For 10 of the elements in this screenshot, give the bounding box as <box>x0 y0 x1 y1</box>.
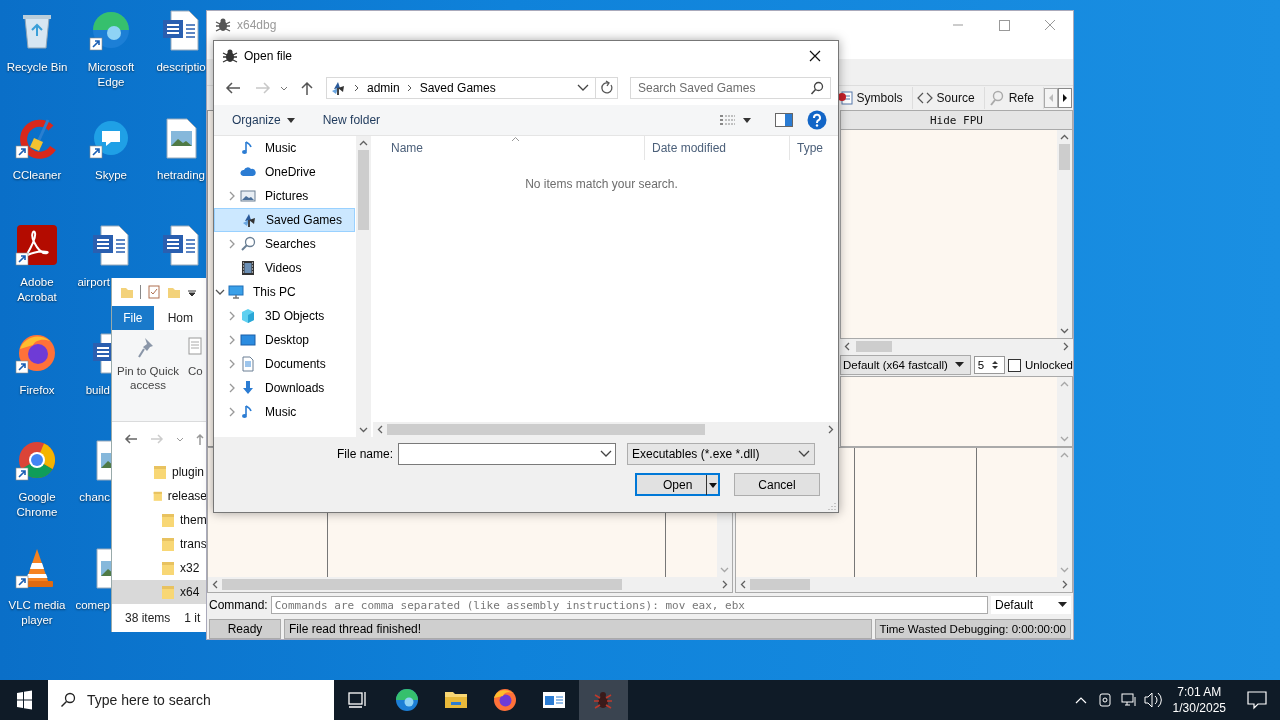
status-state: Ready <box>209 619 281 639</box>
status-text: 38 items <box>125 611 171 625</box>
window-title: x64dbg <box>237 18 277 32</box>
command-label: Command: <box>209 598 268 612</box>
status-text: 1 it <box>184 611 201 625</box>
dialog-title: Open file <box>244 49 293 63</box>
status-message: File read thread finished! <box>284 619 872 639</box>
file-name-label: File name: <box>335 447 394 461</box>
empty-message: No items match your search. <box>524 176 679 193</box>
status-timer: Time Wasted Debugging: 0:00:00:00 <box>874 619 1071 639</box>
